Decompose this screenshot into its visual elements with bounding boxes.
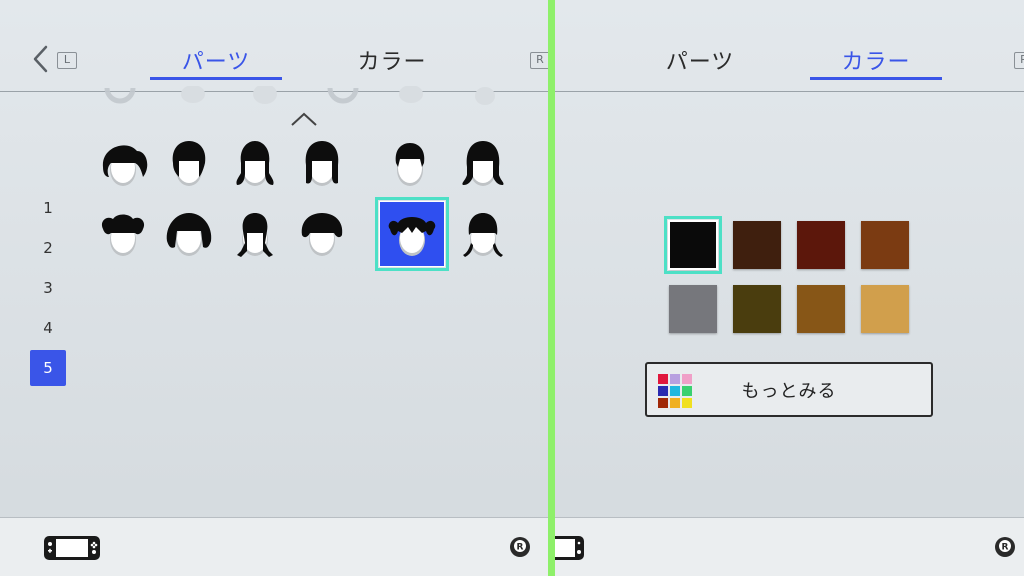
hairstyle-icon (102, 145, 148, 186)
hairstyle-option[interactable] (90, 201, 156, 267)
footer-bar: R (0, 517, 548, 576)
hairstyle-option[interactable] (156, 201, 222, 267)
color-swatch-selected[interactable] (664, 216, 722, 274)
color-swatch[interactable] (797, 285, 845, 333)
page-number-5[interactable]: 5 (30, 350, 66, 386)
more-colors-button[interactable]: もっとみる (645, 362, 933, 417)
r-button-hint: R (1014, 52, 1024, 69)
tab-parts[interactable]: パーツ (150, 44, 282, 76)
svg-text:R: R (517, 543, 524, 553)
color-swatch[interactable] (733, 221, 781, 269)
color-swatch[interactable] (669, 285, 717, 333)
color-swatch[interactable] (861, 221, 909, 269)
page-number-4[interactable]: 4 (30, 310, 66, 346)
color-pane: パーツ カラー R もっとみる R (555, 0, 1024, 576)
tab-underline (150, 77, 282, 80)
hairstyle-icon (237, 213, 273, 257)
color-swatch[interactable] (733, 285, 781, 333)
tab-color[interactable]: カラー (326, 44, 458, 76)
hairstyle-option[interactable] (450, 131, 516, 197)
parts-pane: L パーツ カラー R 1 2 3 4 5 R (0, 0, 548, 576)
switch-console-icon (44, 536, 100, 560)
hairstyle-option-selected[interactable] (375, 197, 449, 271)
hairstyle-option[interactable] (450, 201, 516, 267)
hairstyle-icon (395, 143, 425, 186)
hairstyle-option[interactable] (90, 131, 156, 197)
right-stick-icon: R (995, 537, 1015, 557)
color-swatch[interactable] (797, 221, 845, 269)
hairstyle-option[interactable] (377, 131, 443, 197)
l-button-hint: L (57, 52, 77, 69)
switch-console-icon (555, 536, 584, 560)
tab-color[interactable]: カラー (810, 44, 942, 76)
back-chevron-icon[interactable] (30, 44, 52, 74)
svg-text:R: R (1002, 543, 1009, 553)
right-stick-icon: R (510, 537, 530, 557)
hairstyle-icon (301, 213, 343, 256)
hairstyle-icon (166, 213, 212, 256)
hairstyle-option[interactable] (156, 131, 222, 197)
hairstyle-option[interactable] (222, 131, 288, 197)
r-button-hint: R (530, 52, 548, 69)
header-divider (555, 91, 1024, 92)
hairstyle-option[interactable] (289, 131, 355, 197)
page-number-2[interactable]: 2 (30, 230, 66, 266)
tab-underline (810, 77, 942, 80)
hairstyle-icon (172, 141, 206, 186)
more-colors-label: もっとみる (741, 380, 837, 402)
hairstyle-option[interactable] (222, 201, 288, 267)
page-number-1[interactable]: 1 (30, 190, 66, 226)
hairstyle-icon (463, 213, 503, 257)
tab-parts[interactable]: パーツ (634, 44, 766, 76)
page-number-3[interactable]: 3 (30, 270, 66, 306)
hairstyle-option[interactable] (289, 201, 355, 267)
hairstyle-icon (388, 217, 436, 256)
color-swatch[interactable] (861, 285, 909, 333)
hairstyle-icon (305, 141, 339, 186)
split-divider (548, 0, 555, 576)
hairstyle-icon (462, 141, 504, 186)
previous-row-ghost (104, 86, 495, 105)
footer-bar: R (555, 517, 1024, 576)
hairstyle-icon (101, 214, 145, 256)
scroll-up-chevron-icon[interactable] (290, 111, 318, 127)
hairstyle-icon (236, 141, 274, 186)
